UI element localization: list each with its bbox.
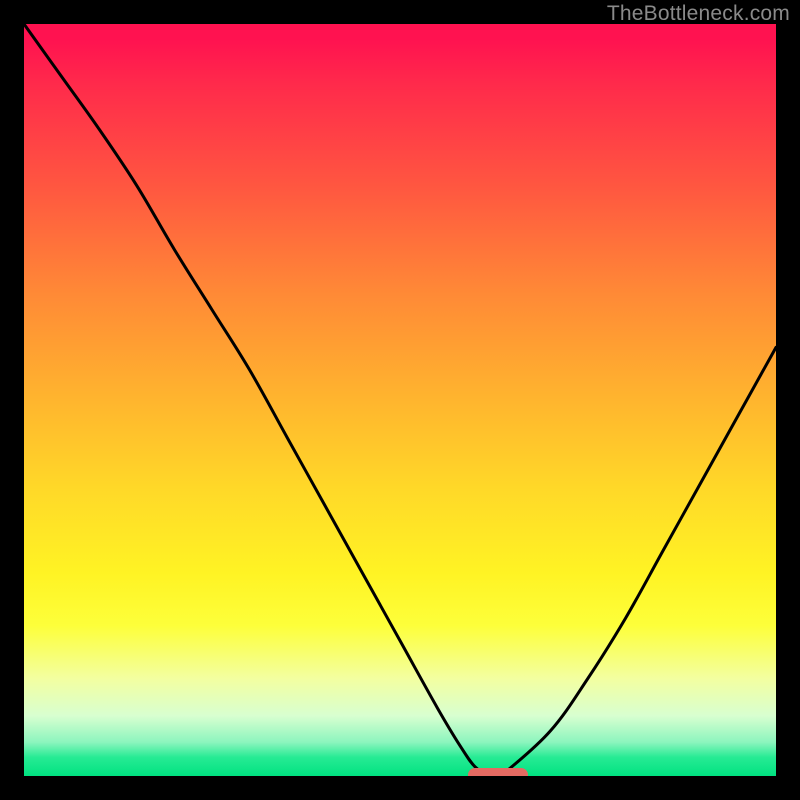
curve-layer	[24, 24, 776, 776]
optimal-marker	[468, 768, 528, 776]
chart-frame: TheBottleneck.com	[0, 0, 800, 800]
plot-area	[24, 24, 776, 776]
bottleneck-curve	[24, 24, 776, 776]
watermark-text: TheBottleneck.com	[607, 2, 790, 26]
